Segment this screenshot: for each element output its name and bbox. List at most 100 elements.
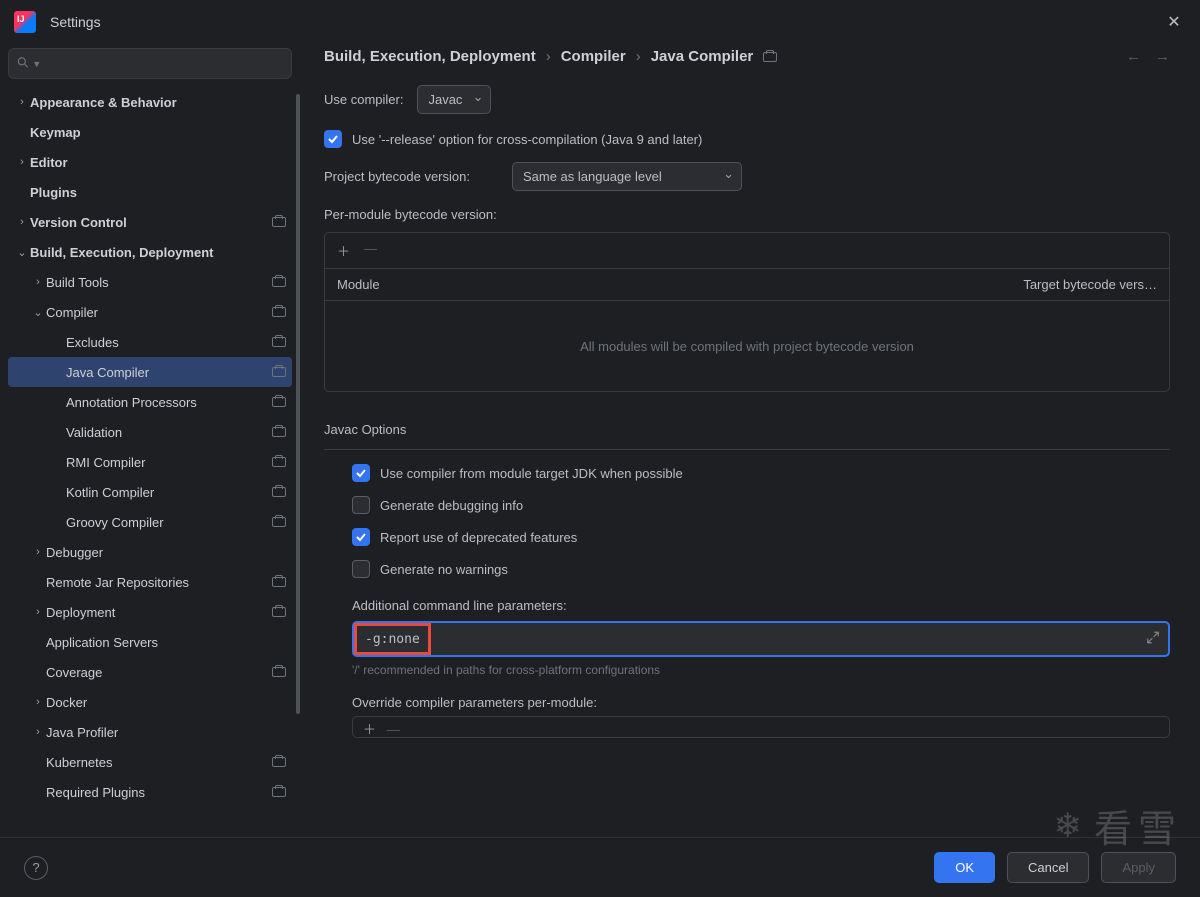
params-value: -g:none [354,623,431,655]
project-bytecode-label: Project bytecode version: [324,169,470,184]
sidebar-item-compiler[interactable]: ⌄Compiler [8,297,292,327]
help-button[interactable]: ? [24,856,48,880]
permodule-label: Per-module bytecode version: [324,207,1170,222]
sidebar-item-java-profiler[interactable]: ›Java Profiler [8,717,292,747]
sidebar-item-label: Kubernetes [46,755,113,770]
chevron-down-icon: ⌄ [14,246,30,259]
sidebar-item-label: Java Compiler [66,365,149,380]
sidebar-item-application-servers[interactable]: Application Servers [8,627,292,657]
sidebar-item-label: Build Tools [46,275,109,290]
sidebar-item-build-execution-deployment[interactable]: ⌄Build, Execution, Deployment [8,237,292,267]
chevron-right-icon: › [30,726,46,738]
sidebar-item-validation[interactable]: Validation [8,417,292,447]
sidebar-item-label: Coverage [46,665,102,680]
release-option-checkbox[interactable] [324,130,342,148]
target-jdk-label: Use compiler from module target JDK when… [380,466,683,481]
sidebar-item-build-tools[interactable]: ›Build Tools [8,267,292,297]
params-hint: '/' recommended in paths for cross-platf… [352,663,1170,677]
sidebar-item-label: Java Profiler [46,725,118,740]
nav-fwd-icon[interactable]: → [1155,48,1170,65]
table-empty-text: All modules will be compiled with projec… [325,301,1169,391]
project-scope-icon [272,367,286,377]
sidebar-item-label: Build, Execution, Deployment [30,245,213,260]
cancel-button[interactable]: Cancel [1007,852,1089,883]
project-scope-icon [272,577,286,587]
sidebar-item-label: Remote Jar Repositories [46,575,189,590]
expand-icon[interactable] [1146,631,1160,648]
sidebar-item-label: Version Control [30,215,127,230]
ok-button[interactable]: OK [934,852,995,883]
nav-back-icon[interactable]: ← [1126,48,1141,65]
project-scope-icon [272,397,286,407]
chevron-right-icon: › [30,546,46,558]
deprecated-checkbox[interactable] [352,528,370,546]
chevron-right-icon: › [14,96,30,108]
sidebar-item-java-compiler[interactable]: Java Compiler [8,357,292,387]
project-bytecode-select[interactable]: Same as language level [512,162,742,191]
sidebar-item-keymap[interactable]: Keymap [8,117,292,147]
target-jdk-checkbox[interactable] [352,464,370,482]
sidebar-item-required-plugins[interactable]: Required Plugins [8,777,292,807]
project-scope-icon [272,757,286,767]
sidebar-item-appearance-behavior[interactable]: ›Appearance & Behavior [8,87,292,117]
app-icon [14,11,36,33]
project-scope-icon [272,307,286,317]
sidebar-item-label: Compiler [46,305,98,320]
close-button[interactable]: ✕ [1162,10,1186,34]
sidebar-item-label: Appearance & Behavior [30,95,177,110]
add-icon[interactable]: ＋ [363,722,376,737]
add-icon[interactable]: ＋ [337,241,350,260]
sidebar-item-label: Docker [46,695,87,710]
javac-options-title: Javac Options [324,422,1170,437]
sidebar-item-label: Kotlin Compiler [66,485,154,500]
sidebar-item-label: Editor [30,155,68,170]
chevron-right-icon: › [14,156,30,168]
sidebar-item-label: Plugins [30,185,77,200]
breadcrumb: Build, Execution, Deployment › Compiler … [324,48,1170,65]
window-icon [763,52,777,62]
sidebar-item-label: Application Servers [46,635,158,650]
sidebar-item-version-control[interactable]: ›Version Control [8,207,292,237]
search-input[interactable] [8,48,292,79]
sidebar-item-rmi-compiler[interactable]: RMI Compiler [8,447,292,477]
project-scope-icon [272,667,286,677]
override-label: Override compiler parameters per-module: [352,695,1170,710]
sidebar-item-remote-jar-repositories[interactable]: Remote Jar Repositories [8,567,292,597]
project-scope-icon [272,517,286,527]
project-scope-icon [272,277,286,287]
crumb-2[interactable]: Compiler [561,48,626,65]
sidebar: ▾ ›Appearance & BehaviorKeymap›EditorPlu… [0,44,300,834]
sidebar-item-kotlin-compiler[interactable]: Kotlin Compiler [8,477,292,507]
chevron-right-icon: › [30,606,46,618]
chevron-right-icon: › [636,48,641,65]
sidebar-item-deployment[interactable]: ›Deployment [8,597,292,627]
remove-icon: — [387,722,400,737]
sidebar-item-kubernetes[interactable]: Kubernetes [8,747,292,777]
sidebar-item-docker[interactable]: ›Docker [8,687,292,717]
crumb-1[interactable]: Build, Execution, Deployment [324,48,536,65]
sidebar-item-label: Groovy Compiler [66,515,164,530]
sidebar-item-groovy-compiler[interactable]: Groovy Compiler [8,507,292,537]
titlebar: Settings ✕ [0,0,1200,44]
chevron-right-icon: › [546,48,551,65]
sidebar-item-coverage[interactable]: Coverage [8,657,292,687]
search-dropdown-icon[interactable]: ▾ [34,57,40,70]
sidebar-item-label: Debugger [46,545,103,560]
debug-info-checkbox[interactable] [352,496,370,514]
sidebar-item-annotation-processors[interactable]: Annotation Processors [8,387,292,417]
sidebar-item-editor[interactable]: ›Editor [8,147,292,177]
use-compiler-select[interactable]: Javac [417,85,491,114]
col-target: Target bytecode vers… [987,277,1157,292]
footer: ? OK Cancel Apply [0,837,1200,897]
sidebar-item-label: Validation [66,425,122,440]
project-scope-icon [272,457,286,467]
chevron-down-icon: ⌄ [30,306,46,319]
sidebar-item-plugins[interactable]: Plugins [8,177,292,207]
chevron-right-icon: › [30,276,46,288]
sidebar-item-excludes[interactable]: Excludes [8,327,292,357]
nowarn-checkbox[interactable] [352,560,370,578]
crumb-3[interactable]: Java Compiler [651,48,754,65]
params-input[interactable]: -g:none [352,621,1170,657]
sidebar-item-debugger[interactable]: ›Debugger [8,537,292,567]
project-scope-icon [272,487,286,497]
